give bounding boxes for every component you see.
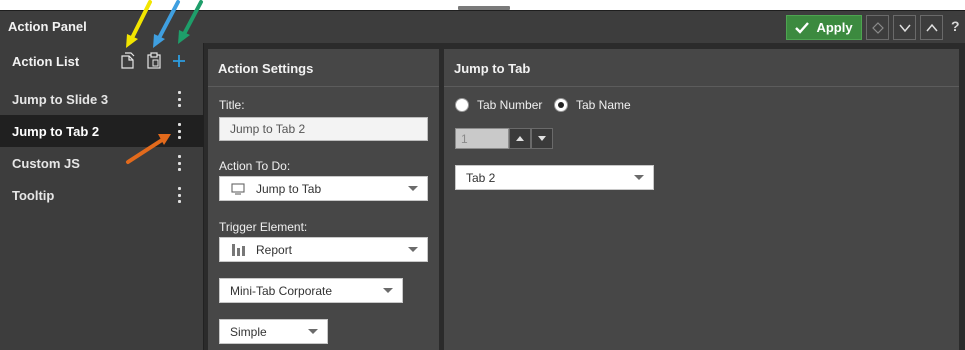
chevron-down-icon bbox=[408, 247, 418, 252]
tab-icon bbox=[231, 183, 245, 195]
action-item-label: Jump to Tab 2 bbox=[12, 124, 100, 139]
theme-value: Mini-Tab Corporate bbox=[230, 284, 333, 298]
theme-dropdown[interactable]: Mini-Tab Corporate bbox=[219, 278, 403, 303]
kebab-menu-icon[interactable] bbox=[176, 123, 182, 139]
panel-header: Action Panel Apply ? bbox=[0, 10, 965, 43]
apply-label: Apply bbox=[816, 20, 853, 35]
trigger-element-value: Report bbox=[256, 243, 293, 257]
tab-name-dropdown[interactable]: Tab 2 bbox=[455, 165, 654, 190]
action-settings-panel: Action Settings Title: Jump to Tab 2 Act… bbox=[208, 49, 439, 350]
tab-number-stepper[interactable]: 1 bbox=[455, 128, 553, 149]
kebab-menu-icon[interactable] bbox=[176, 91, 182, 107]
expand-up-button[interactable] bbox=[920, 15, 943, 40]
paste-icon[interactable] bbox=[146, 52, 162, 70]
action-item-custom-js[interactable]: Custom JS bbox=[0, 147, 204, 179]
trigger-element-dropdown[interactable]: Report bbox=[219, 237, 428, 262]
chevron-down-icon bbox=[634, 175, 644, 180]
action-to-do-value: Jump to Tab bbox=[256, 182, 322, 196]
arrow-down-icon bbox=[538, 136, 546, 141]
bar-chart-icon bbox=[232, 244, 245, 256]
tab-number-radio[interactable]: Tab Number bbox=[455, 98, 542, 112]
title-label: Title: bbox=[219, 98, 245, 112]
action-item-tooltip[interactable]: Tooltip bbox=[0, 179, 204, 211]
action-settings-title: Action Settings bbox=[218, 61, 314, 76]
style-value: Simple bbox=[230, 325, 267, 339]
radio-unselected-icon bbox=[455, 98, 469, 112]
radio-selected-icon bbox=[554, 98, 568, 112]
action-item-label: Jump to Slide 3 bbox=[12, 92, 109, 107]
increment-button[interactable] bbox=[509, 128, 531, 149]
action-item-jump-to-slide-3[interactable]: Jump to Slide 3 bbox=[0, 83, 204, 115]
duplicate-icon[interactable] bbox=[119, 52, 137, 70]
jump-to-tab-title: Jump to Tab bbox=[454, 61, 531, 76]
action-list-panel: Action List Jump to Slide 3 Jump to Tab … bbox=[0, 43, 204, 350]
help-button[interactable]: ? bbox=[951, 18, 960, 34]
tab-number-input[interactable]: 1 bbox=[455, 128, 509, 149]
kebab-menu-icon[interactable] bbox=[176, 155, 182, 171]
tab-name-label: Tab Name bbox=[576, 98, 631, 112]
collapse-down-button[interactable] bbox=[893, 15, 916, 40]
action-item-jump-to-tab-2[interactable]: Jump to Tab 2 bbox=[0, 115, 204, 147]
tab-number-label: Tab Number bbox=[477, 98, 543, 112]
jump-to-tab-panel: Jump to Tab Tab Number Tab Name 1 Tab 2 bbox=[444, 49, 959, 350]
chevron-down-icon bbox=[308, 329, 318, 334]
check-icon bbox=[795, 21, 810, 34]
add-icon[interactable] bbox=[172, 54, 186, 68]
diamond-button[interactable] bbox=[866, 15, 889, 40]
action-item-label: Custom JS bbox=[12, 156, 80, 171]
style-dropdown[interactable]: Simple bbox=[219, 319, 328, 344]
apply-button[interactable]: Apply bbox=[786, 15, 862, 40]
tab-name-radio[interactable]: Tab Name bbox=[554, 98, 631, 112]
title-input[interactable]: Jump to Tab 2 bbox=[219, 117, 428, 141]
action-to-do-label: Action To Do: bbox=[219, 159, 291, 173]
tab-name-value: Tab 2 bbox=[466, 171, 496, 185]
panel-title: Action Panel bbox=[8, 19, 87, 34]
action-list-title: Action List bbox=[12, 54, 80, 69]
chevron-down-icon bbox=[383, 288, 393, 293]
action-list-header: Action List bbox=[0, 43, 204, 79]
action-item-label: Tooltip bbox=[12, 188, 55, 203]
action-settings-header: Action Settings bbox=[208, 49, 439, 87]
trigger-element-label: Trigger Element: bbox=[219, 220, 308, 234]
action-to-do-dropdown[interactable]: Jump to Tab bbox=[219, 176, 428, 201]
kebab-menu-icon[interactable] bbox=[176, 187, 182, 203]
top-strip bbox=[0, 0, 965, 10]
diamond-icon bbox=[871, 21, 884, 34]
chevron-down-icon bbox=[898, 24, 911, 32]
arrow-up-icon bbox=[516, 136, 524, 141]
decrement-button[interactable] bbox=[531, 128, 553, 149]
chevron-down-icon bbox=[408, 186, 418, 191]
jump-to-tab-header: Jump to Tab bbox=[444, 49, 959, 87]
chevron-up-icon bbox=[925, 23, 938, 31]
